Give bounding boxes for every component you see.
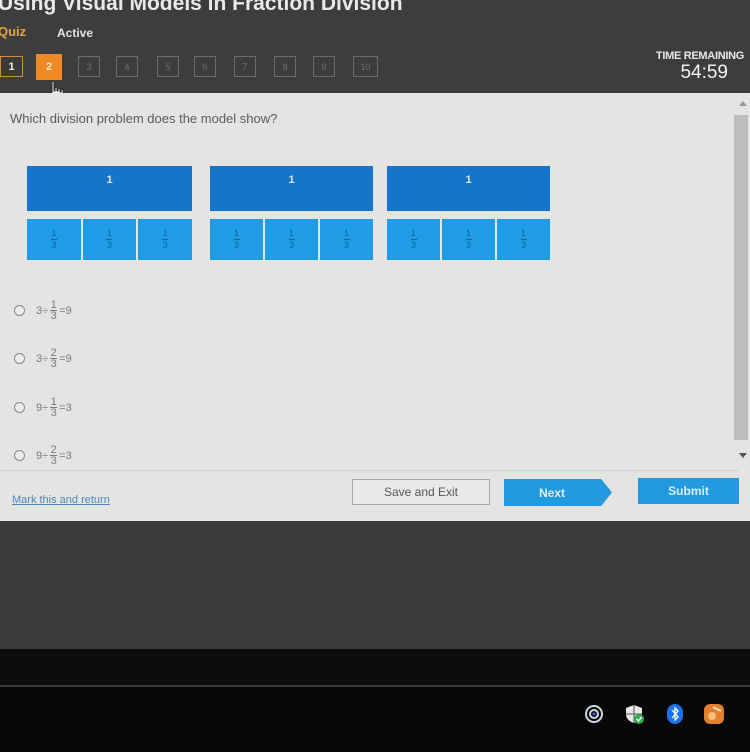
option-expression: 3 ÷ 2 3 = 9 xyxy=(36,347,72,370)
divider xyxy=(0,470,738,471)
division-sign: ÷ xyxy=(42,401,49,414)
question-nav-button-5[interactable]: 5 xyxy=(157,56,179,77)
question-nav-button-6[interactable]: 6 xyxy=(194,56,216,77)
numerator: 1 xyxy=(520,228,526,238)
fraction-part: 13 xyxy=(265,219,318,260)
fraction-part: 13 xyxy=(320,219,373,260)
answer-option[interactable]: 3 ÷ 1 3 = 9 xyxy=(14,299,72,322)
divisor-fraction: 13 xyxy=(50,299,58,322)
division-sign: ÷ xyxy=(42,352,49,365)
question-nav-button-2[interactable]: 2 xyxy=(36,54,62,80)
scroll-down-arrow-icon[interactable] xyxy=(739,453,747,458)
question-nav-button-4[interactable]: 4 xyxy=(116,56,138,77)
denominator: 3 xyxy=(233,240,239,250)
numerator: 1 xyxy=(410,228,416,238)
denominator: 3 xyxy=(465,240,471,250)
question-nav-button-3[interactable]: 3 xyxy=(78,56,100,77)
quiz-type-label: Quiz xyxy=(0,24,27,39)
denominator: 3 xyxy=(50,358,57,370)
quiz-header: Using Visual Models in Fraction Division… xyxy=(0,0,750,105)
fraction-part: 13 xyxy=(210,219,263,260)
whole-bar: 1 xyxy=(387,166,550,211)
denominator: 3 xyxy=(50,455,57,467)
numerator: 1 xyxy=(51,228,57,238)
radio-button[interactable] xyxy=(14,402,25,413)
denominator: 3 xyxy=(520,240,526,250)
app-tray-icon[interactable] xyxy=(703,703,725,725)
scrollbar[interactable] xyxy=(734,101,748,461)
radio-button[interactable] xyxy=(14,305,25,316)
bluetooth-icon[interactable] xyxy=(664,703,686,725)
numerator: 1 xyxy=(50,299,57,311)
division-sign: ÷ xyxy=(42,304,49,317)
question-nav-button-8[interactable]: 8 xyxy=(274,56,296,77)
numerator: 2 xyxy=(50,347,57,359)
whole-bar: 1 xyxy=(210,166,373,211)
divisor-fraction: 23 xyxy=(50,347,58,370)
numerator: 1 xyxy=(343,228,349,238)
background-area xyxy=(0,521,750,649)
answer-option[interactable]: 9 ÷ 1 3 = 3 xyxy=(14,396,72,419)
radio-button[interactable] xyxy=(14,353,25,364)
question-nav-button-7[interactable]: 7 xyxy=(234,56,256,77)
quiz-status: Active xyxy=(57,26,94,40)
question-prompt: Which division problem does the model sh… xyxy=(10,111,278,126)
fraction-part: 13 xyxy=(27,219,81,260)
whole-bar: 1 xyxy=(27,166,192,211)
fraction-part: 13 xyxy=(442,219,495,260)
quotient: 3 xyxy=(65,401,72,414)
denominator: 3 xyxy=(288,240,294,250)
question-nav-button-1[interactable]: 1 xyxy=(0,56,23,77)
denominator: 3 xyxy=(50,310,57,322)
taskbar xyxy=(0,685,750,752)
numerator: 1 xyxy=(106,228,112,238)
option-expression: 9 ÷ 2 3 = 3 xyxy=(36,444,72,467)
fraction-part: 13 xyxy=(497,219,550,260)
numerator: 1 xyxy=(162,228,168,238)
option-expression: 3 ÷ 1 3 = 9 xyxy=(36,299,72,322)
submit-button[interactable]: Submit xyxy=(638,478,739,504)
denominator: 3 xyxy=(343,240,349,250)
denominator: 3 xyxy=(51,240,57,250)
security-shield-icon[interactable] xyxy=(623,703,645,725)
divisor-fraction: 23 xyxy=(50,444,58,467)
fraction-part: 13 xyxy=(387,219,440,260)
save-and-exit-button[interactable]: Save and Exit xyxy=(352,479,490,505)
question-panel: Which division problem does the model sh… xyxy=(0,93,750,521)
network-icon[interactable] xyxy=(583,703,605,725)
answer-option[interactable]: 3 ÷ 2 3 = 9 xyxy=(14,347,72,370)
fraction-part: 13 xyxy=(82,219,137,260)
quotient: 9 xyxy=(65,352,72,365)
denominator: 3 xyxy=(162,240,168,250)
quotient: 9 xyxy=(65,304,72,317)
question-nav-button-9[interactable]: 9 xyxy=(313,56,335,77)
question-nav-button-10[interactable]: 10 xyxy=(353,56,378,77)
fraction-part: 13 xyxy=(138,219,192,260)
quotient: 3 xyxy=(65,449,72,462)
scroll-up-arrow-icon[interactable] xyxy=(739,101,747,106)
answer-option[interactable]: 9 ÷ 2 3 = 3 xyxy=(14,444,72,467)
divisor-fraction: 13 xyxy=(50,396,58,419)
division-sign: ÷ xyxy=(42,449,49,462)
numerator: 1 xyxy=(233,228,239,238)
denominator: 3 xyxy=(106,240,112,250)
option-expression: 9 ÷ 1 3 = 3 xyxy=(36,396,72,419)
page-title: Using Visual Models in Fraction Division xyxy=(0,0,403,15)
scroll-thumb[interactable] xyxy=(734,115,748,440)
mark-and-return-link[interactable]: Mark this and return xyxy=(12,494,110,506)
numerator: 1 xyxy=(50,396,57,408)
numerator: 1 xyxy=(288,228,294,238)
next-button[interactable]: Next xyxy=(504,479,612,506)
numerator: 2 xyxy=(50,444,57,456)
denominator: 3 xyxy=(50,407,57,419)
radio-button[interactable] xyxy=(14,450,25,461)
time-remaining-label: TIME REMAINING xyxy=(655,50,744,62)
time-remaining-value: 54:59 xyxy=(680,62,728,83)
numerator: 1 xyxy=(465,228,471,238)
denominator: 3 xyxy=(410,240,416,250)
